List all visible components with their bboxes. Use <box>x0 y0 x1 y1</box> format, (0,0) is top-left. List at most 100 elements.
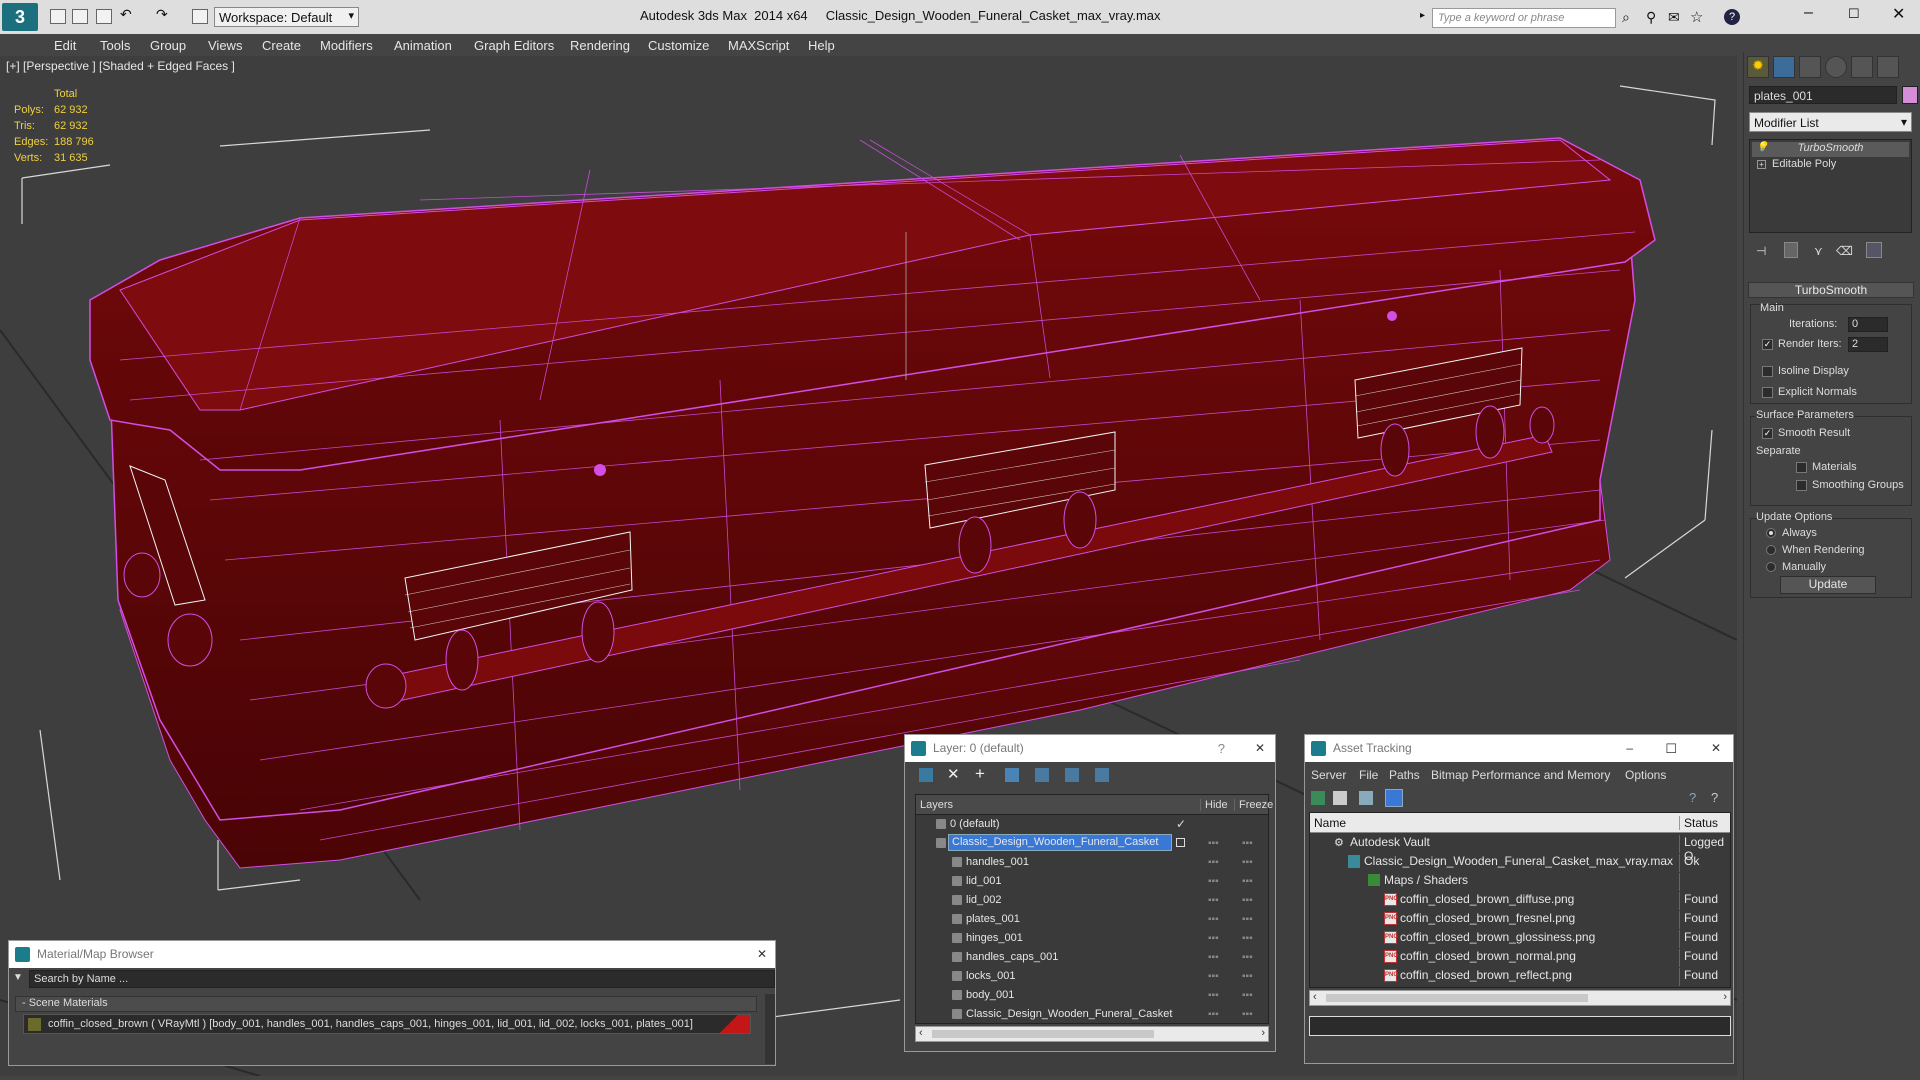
expand-plus-icon[interactable]: + <box>1757 160 1766 169</box>
search-options-icon[interactable]: ▼ <box>13 972 23 983</box>
asset-row-reflect[interactable]: PNG coffin_closed_brown_reflect.png Found <box>1310 966 1730 986</box>
layer-row-body[interactable]: body_001 ▪▪▪ ▪▪▪ <box>918 986 1263 1005</box>
make-unique-icon[interactable]: ⋎ <box>1814 244 1823 258</box>
update-button[interactable]: Update <box>1780 576 1876 594</box>
close-icon[interactable]: ✕ <box>1255 741 1265 755</box>
window-titlebar[interactable]: Asset Tracking – ☐ ✕ <box>1305 735 1733 762</box>
material-row[interactable]: coffin_closed_brown ( VRayMtl ) [body_00… <box>23 1014 751 1034</box>
menu-customize[interactable]: Customize <box>648 38 709 53</box>
manually-radio[interactable] <box>1766 562 1776 572</box>
freeze-toggle[interactable]: ▪▪▪ <box>1242 857 1253 868</box>
hide-toggle[interactable]: ▪▪▪ <box>1208 1009 1219 1020</box>
select-objects-icon[interactable] <box>1005 768 1019 782</box>
scroll-thumb[interactable] <box>1326 994 1588 1002</box>
layer-box-icon[interactable] <box>1176 838 1185 847</box>
freeze-toggle[interactable]: ▪▪▪ <box>1242 990 1253 1001</box>
menu-create[interactable]: Create <box>262 38 301 53</box>
materials-checkbox[interactable] <box>1796 462 1807 473</box>
hide-toggle[interactable]: ▪▪▪ <box>1208 838 1219 849</box>
asset-path-field[interactable] <box>1309 1016 1731 1036</box>
freeze-toggle[interactable]: ▪▪▪ <box>1242 1009 1253 1020</box>
asset-row-glossiness[interactable]: PNG coffin_closed_brown_glossiness.png Fou… <box>1310 928 1730 948</box>
viewport-label[interactable]: [+] [Perspective ] [Shaded + Edged Faces… <box>6 59 235 73</box>
create-tab-icon[interactable]: ✹ <box>1747 56 1769 78</box>
save-file-icon[interactable] <box>96 9 112 24</box>
search-expand-icon[interactable]: ▸ <box>1420 10 1425 21</box>
asset-row-max-file[interactable]: Classic_Design_Wooden_Funeral_Casket_max… <box>1310 852 1730 872</box>
hide-toggle[interactable]: ▪▪▪ <box>1208 933 1219 944</box>
thumbnail-view-icon[interactable] <box>1359 791 1373 805</box>
freeze-toggle[interactable]: ▪▪▪ <box>1242 876 1253 887</box>
scroll-thumb[interactable] <box>932 1030 1154 1038</box>
horizontal-scrollbar[interactable]: ‹ › <box>915 1026 1269 1042</box>
hide-toggle[interactable]: ▪▪▪ <box>1208 876 1219 887</box>
minimize-icon[interactable]: – <box>1804 4 1813 22</box>
menu-help[interactable]: Help <box>808 38 835 53</box>
freeze-toggle[interactable]: ▪▪▪ <box>1242 838 1253 849</box>
search-input[interactable]: Type a keyword or phrase <box>1432 8 1616 28</box>
modifier-list-dropdown[interactable]: Modifier List <box>1749 112 1912 132</box>
hide-toggle[interactable]: ▪▪▪ <box>1208 952 1219 963</box>
help-icon[interactable]: ? <box>1724 9 1740 25</box>
modify-tab-icon[interactable] <box>1773 56 1795 78</box>
hide-toggle[interactable]: ▪▪▪ <box>1208 990 1219 1001</box>
object-color-swatch[interactable] <box>1902 86 1918 104</box>
scroll-left-icon[interactable]: ‹ <box>919 1027 923 1039</box>
render-iters-spinner[interactable]: 2 <box>1848 337 1888 352</box>
new-file-icon[interactable] <box>50 9 66 24</box>
hierarchy-tab-icon[interactable] <box>1799 56 1821 78</box>
window-titlebar[interactable]: Layer: 0 (default) ? ✕ <box>905 735 1275 762</box>
vertical-scrollbar[interactable] <box>765 994 775 1064</box>
layer-row-plates[interactable]: plates_001 ▪▪▪ ▪▪▪ <box>918 910 1263 929</box>
hide-toggle[interactable]: ▪▪▪ <box>1208 895 1219 906</box>
menu-rendering[interactable]: Rendering <box>570 38 630 53</box>
favorites-icon[interactable]: ☆ <box>1690 8 1703 26</box>
layer-row-handles-caps[interactable]: handles_caps_001 ▪▪▪ ▪▪▪ <box>918 948 1263 967</box>
menu-graph-editors[interactable]: Graph Editors <box>474 38 554 53</box>
layer-row-locks[interactable]: locks_001 ▪▪▪ ▪▪▪ <box>918 967 1263 986</box>
add-to-layer-icon[interactable]: + <box>975 764 985 784</box>
maximize-icon[interactable]: ☐ <box>1665 741 1677 757</box>
binoculars-icon[interactable]: ⌕ <box>1622 9 1630 26</box>
asset-row-normal[interactable]: PNG coffin_closed_brown_normal.png Found <box>1310 947 1730 967</box>
layer-row-lid2[interactable]: lid_002 ▪▪▪ ▪▪▪ <box>918 891 1263 910</box>
always-radio[interactable] <box>1766 528 1776 538</box>
menu-group[interactable]: Group <box>150 38 186 53</box>
motion-tab-icon[interactable] <box>1825 56 1847 78</box>
minimize-icon[interactable]: – <box>1626 741 1633 755</box>
menu-bitmap-performance[interactable]: Bitmap Performance and Memory <box>1431 768 1610 782</box>
close-icon[interactable]: ✕ <box>1711 741 1721 755</box>
scroll-left-icon[interactable]: ‹ <box>1313 991 1317 1003</box>
app-logo-icon[interactable]: 3 <box>2 3 38 31</box>
freeze-toggle[interactable]: ▪▪▪ <box>1242 914 1253 925</box>
context-help-icon[interactable]: ? <box>1711 790 1718 805</box>
col-hide[interactable]: Hide <box>1200 799 1228 811</box>
close-icon[interactable]: ✕ <box>1892 4 1905 24</box>
remove-modifier-icon[interactable]: ⌫ <box>1836 244 1853 258</box>
iterations-spinner[interactable]: 0 <box>1848 317 1888 332</box>
menu-server[interactable]: Server <box>1311 768 1346 782</box>
material-search-input[interactable]: Search by Name ... <box>29 970 775 988</box>
hide-toggle[interactable]: ▪▪▪ <box>1208 857 1219 868</box>
freeze-toggle[interactable]: ▪▪▪ <box>1242 971 1253 982</box>
stack-item-turbosmooth[interactable]: 💡 TurboSmooth <box>1752 142 1909 157</box>
subscription-icon[interactable]: ⚲ <box>1646 9 1656 26</box>
window-titlebar[interactable]: Material/Map Browser ✕ <box>9 941 775 968</box>
refresh-icon[interactable] <box>1311 791 1325 805</box>
layer-row-casket[interactable]: Classic_Design_Wooden_Funeral_Casket ▪▪▪ ▪… <box>918 834 1263 853</box>
undo-icon[interactable]: ↶ <box>120 6 136 22</box>
layer-row-handles[interactable]: handles_001 ▪▪▪ ▪▪▪ <box>918 853 1263 872</box>
help-icon[interactable]: ? <box>1218 741 1225 756</box>
hide-toggle[interactable]: ▪▪▪ <box>1208 914 1219 925</box>
stack-item-editable-poly[interactable]: + Editable Poly <box>1752 158 1909 173</box>
freeze-toggle[interactable]: ▪▪▪ <box>1242 933 1253 944</box>
layer-row-default[interactable]: 0 (default) ✓ <box>918 815 1263 834</box>
scroll-right-icon[interactable]: › <box>1261 1027 1265 1039</box>
horizontal-scrollbar[interactable]: ‹ › <box>1309 990 1731 1006</box>
delete-layer-icon[interactable]: ✕ <box>947 765 960 783</box>
create-layer-icon[interactable] <box>919 768 933 782</box>
utilities-tab-icon[interactable] <box>1877 56 1899 78</box>
open-file-icon[interactable] <box>72 9 88 24</box>
layer-row-casket-object[interactable]: Classic_Design_Wooden_Funeral_Casket ▪▪▪ ▪… <box>918 1005 1263 1024</box>
col-freeze[interactable]: Freeze <box>1234 799 1273 811</box>
